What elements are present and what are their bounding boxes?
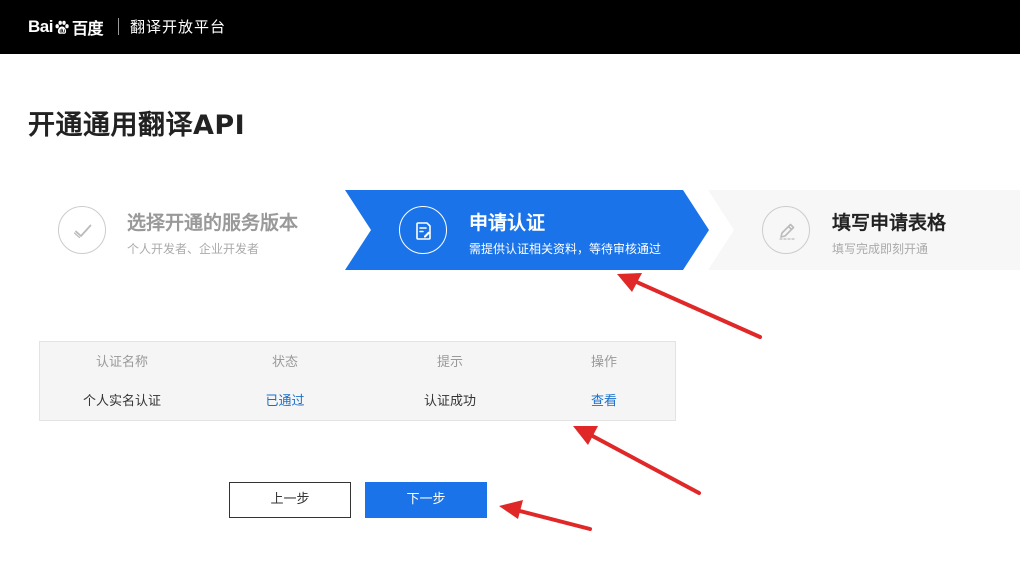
logo-text-right: 百度 [71,21,104,38]
edit-document-icon [399,206,447,254]
step-subtitle: 需提供认证相关资料，等待审核通过 [469,242,662,256]
step-title: 申请认证 [469,212,546,234]
step-subtitle: 填写完成即刻开通 [832,242,929,256]
platform-name: 翻译开放平台 [130,18,227,36]
table-row: 个人实名认证 已通过 认证成功 查看 [40,392,675,412]
step-select-version[interactable]: 选择开通的服务版本 个人开发者、企业开发者 [28,190,348,270]
cert-hint: 认证成功 [423,394,476,409]
column-header-name: 认证名称 [95,355,148,370]
top-bar: Bai du 百度 翻译开放平台 [0,0,1020,54]
step-title: 选择开通的服务版本 [127,212,299,234]
step-fill-form[interactable]: 填写申请表格 填写完成即刻开通 [708,190,1020,270]
view-link[interactable]: 查看 [524,392,684,412]
column-header-action: 操作 [590,355,617,370]
step-apply-certification[interactable]: 申请认证 需提供认证相关资料，等待审核通过 [345,190,709,270]
step-subtitle: 个人开发者、企业开发者 [127,242,260,256]
table-header: 认证名称 状态 提示 操作 [40,353,675,373]
svg-text:du: du [59,28,65,34]
column-header-status: 状态 [271,355,298,370]
pencil-icon [762,206,810,254]
cert-name: 个人实名认证 [82,394,161,409]
header-divider [118,18,119,35]
baidu-logo[interactable]: Bai du 百度 [28,14,103,40]
previous-step-button[interactable]: 上一步 [229,482,351,518]
arrow-to-next-button [499,500,592,531]
step-title: 填写申请表格 [832,212,947,234]
cert-status-link[interactable]: 已通过 [205,392,365,412]
logo-text-left: Bai [28,17,53,36]
arrow-to-table [573,426,701,495]
column-header-hint: 提示 [436,355,463,370]
paw-icon: du [54,19,70,35]
arrow-to-active-step [617,273,762,339]
next-step-button[interactable]: 下一步 [365,482,487,518]
certification-table: 认证名称 状态 提示 操作 个人实名认证 已通过 认证成功 查看 [39,341,676,421]
annotation-arrows [499,273,762,531]
check-icon [58,206,106,254]
page-title: 开通通用翻译API [28,110,246,141]
page-root: Bai du 百度 翻译开放平台 开通通用翻译API 选择开通的服务版本 个人开… [0,0,1020,562]
